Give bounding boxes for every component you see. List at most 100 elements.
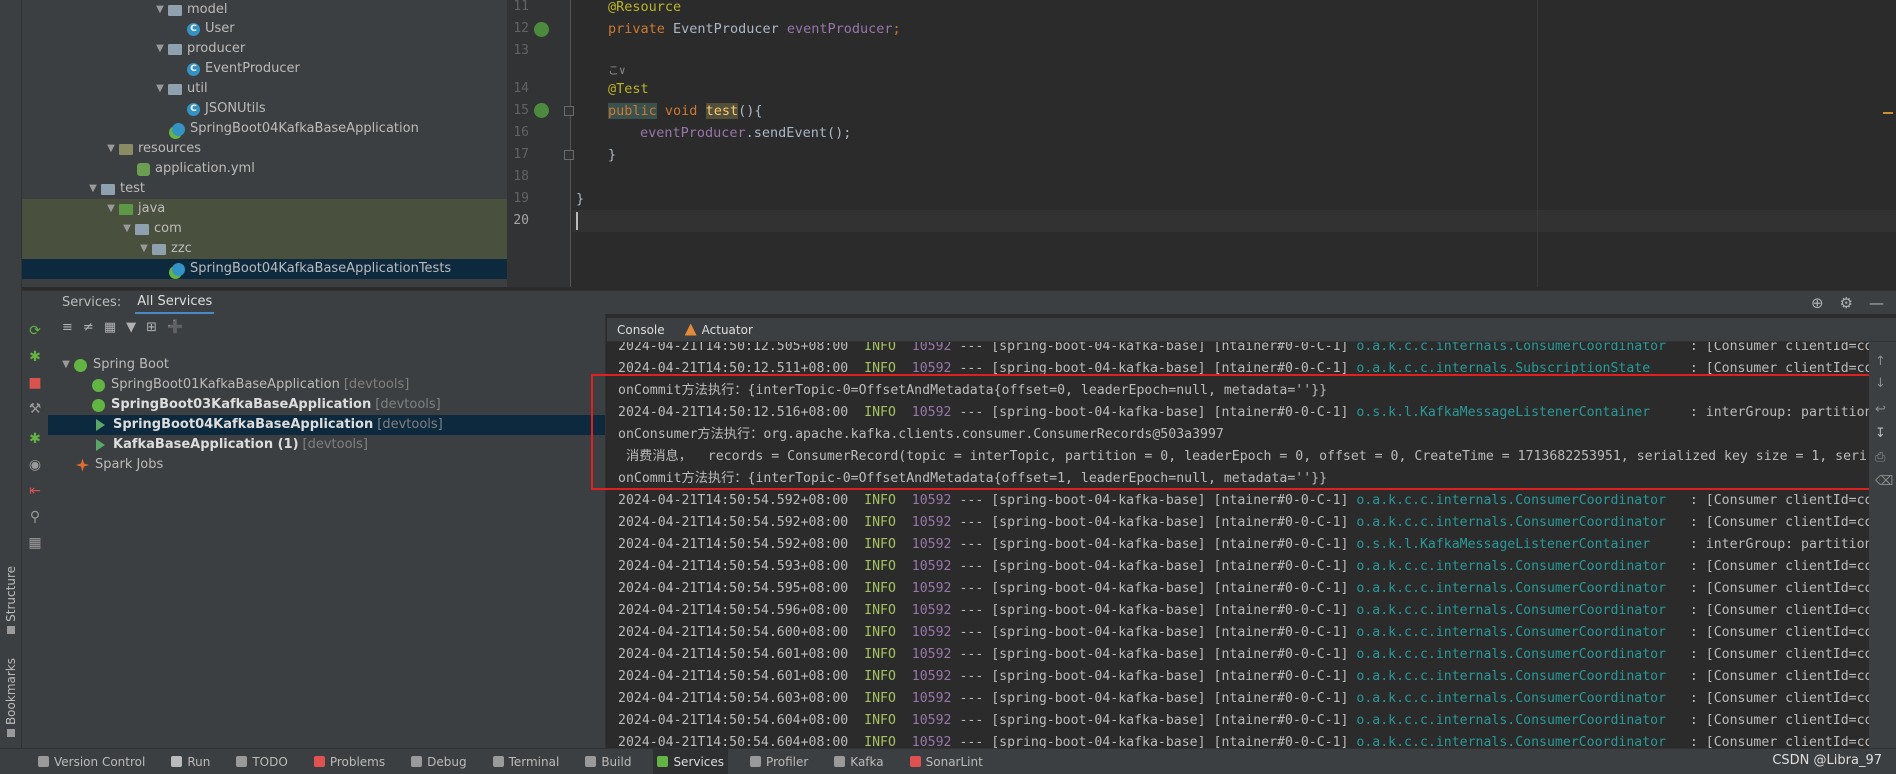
tool-window-build[interactable]: Build xyxy=(581,749,635,774)
watermark: CSDN @Libra_97 xyxy=(1772,753,1882,768)
tool-window-sonarlint[interactable]: SonarLint xyxy=(906,749,987,774)
log-level: INFO xyxy=(864,515,896,530)
chevron-down-icon[interactable]: ▼ xyxy=(58,355,74,375)
trash-icon[interactable]: ⌫ xyxy=(1875,474,1893,489)
exit-icon[interactable]: ⇤ xyxy=(28,484,42,498)
fold-icon[interactable] xyxy=(564,150,574,160)
log-timestamp: 2024-04-21T14:50:54.595+08:00 xyxy=(618,581,849,596)
log-thread: --- [spring-boot-04-kafka-base] [ntainer… xyxy=(951,691,1357,706)
rerun-icon[interactable]: ⟳ xyxy=(28,324,42,338)
tree-item-zzc[interactable]: ▼ zzc xyxy=(22,239,507,259)
tree-item-resources[interactable]: ▼ resources xyxy=(103,139,201,159)
tab-all-services[interactable]: All Services xyxy=(135,291,215,314)
gear-icon[interactable]: ⚙ xyxy=(1840,294,1853,312)
tree-item-java[interactable]: ▼ java xyxy=(22,199,507,219)
fold-icon[interactable] xyxy=(564,106,574,116)
tree-item-application-class[interactable]: SpringBoot04KafkaBaseApplication xyxy=(172,119,419,139)
scroll-to-end-icon[interactable]: ↧ xyxy=(1875,426,1886,441)
line-number-current: 20 xyxy=(513,213,529,228)
expand-all-icon[interactable]: ≡ xyxy=(62,320,73,335)
console-side-toolbar: ↑ ↓ ↩ ↧ ⎙ ⌫ xyxy=(1869,342,1896,748)
tab-actuator[interactable]: Actuator xyxy=(675,318,763,342)
chevron-down-icon[interactable]: ▼ xyxy=(119,219,135,239)
scroll-down-icon[interactable]: ↓ xyxy=(1875,376,1886,391)
console-line: 2024-04-21T14:50:54.593+08:00 INFO 10592… xyxy=(618,556,1869,578)
console-output[interactable]: 2024-04-21T14:50:12.505+08:00 INFO 10592… xyxy=(607,342,1869,748)
services-tree-toolbar: ≡ ≠ ▦ ▼ ⊞ ➕ xyxy=(62,320,183,335)
debug-bug-icon[interactable]: ✱ xyxy=(28,432,42,446)
collapse-all-icon[interactable]: ≠ xyxy=(83,320,94,335)
chevron-down-icon[interactable]: ▼ xyxy=(152,39,168,59)
settings-pin-icon[interactable]: ⚲ xyxy=(28,510,42,524)
tool-window-kafka[interactable]: Kafka xyxy=(830,749,887,774)
structure-tab[interactable]: Structure xyxy=(2,566,20,634)
service-item-boot01[interactable]: SpringBoot01KafkaBaseApplication [devtoo… xyxy=(92,375,409,395)
tool-window-profiler[interactable]: Profiler xyxy=(746,749,812,774)
log-thread: --- [spring-boot-04-kafka-base] [ntainer… xyxy=(951,581,1357,596)
tool-window-terminal[interactable]: Terminal xyxy=(489,749,564,774)
tab-console[interactable]: Console xyxy=(607,318,675,342)
tool-window-debug[interactable]: Debug xyxy=(407,749,470,774)
tree-item-model[interactable]: ▼ model xyxy=(152,0,227,20)
tool-window-services[interactable]: Services xyxy=(653,748,729,774)
service-item-boot04[interactable]: SpringBoot04KafkaBaseApplication [devtoo… xyxy=(48,415,605,435)
chevron-down-icon[interactable]: ▼ xyxy=(103,139,119,159)
console-line: onConsumer方法执行：org.apache.kafka.clients.… xyxy=(618,427,1224,442)
stop-icon[interactable]: ■ xyxy=(28,376,42,390)
debug-icon[interactable]: ✱ xyxy=(28,350,42,364)
bean-navigation-icon[interactable] xyxy=(534,22,549,37)
tree-item-com[interactable]: ▼ com xyxy=(22,219,507,239)
filter-icon[interactable]: ▼ xyxy=(126,320,136,335)
devtools-tag: [devtools] xyxy=(377,417,443,432)
tool-window-problems[interactable]: Problems xyxy=(310,749,389,774)
add-service-icon[interactable]: ➕ xyxy=(167,320,183,335)
service-item-kafkabase[interactable]: KafkaBaseApplication (1) [devtools] xyxy=(94,435,368,455)
scroll-up-icon[interactable]: ↑ xyxy=(1875,354,1886,369)
folder-icon xyxy=(101,183,115,195)
log-message: : [Consumer clientId=con xyxy=(1681,669,1869,684)
tool-window-run[interactable]: Run xyxy=(167,749,214,774)
new-tab-icon[interactable]: ⊞ xyxy=(146,320,157,335)
service-group-spring-boot[interactable]: ▼ Spring Boot xyxy=(58,355,169,375)
log-level: INFO xyxy=(864,405,896,420)
chevron-down-icon[interactable]: ▼ xyxy=(136,239,152,259)
chevron-down-icon[interactable]: ▼ xyxy=(152,0,168,20)
brace: } xyxy=(576,191,585,207)
soft-wrap-icon[interactable]: ↩ xyxy=(1875,402,1886,417)
tree-item-tests-class[interactable]: SpringBoot04KafkaBaseApplicationTests xyxy=(22,259,507,279)
tool-window-version-control[interactable]: Version Control xyxy=(34,749,149,774)
chevron-down-icon[interactable]: ▼ xyxy=(85,179,101,199)
spark-icon xyxy=(76,458,89,472)
run-icon xyxy=(171,756,183,767)
tree-item-eventproducer[interactable]: C EventProducer xyxy=(187,59,300,79)
profiler-icon xyxy=(750,756,762,767)
tree-item-application-yml[interactable]: application.yml xyxy=(137,159,255,179)
tree-item-test[interactable]: ▼ test xyxy=(85,179,145,199)
minimize-icon[interactable]: — xyxy=(1869,294,1884,312)
service-group-spark-jobs[interactable]: Spark Jobs xyxy=(76,455,163,475)
log-level: INFO xyxy=(864,581,896,596)
chevron-down-icon[interactable]: ▼ xyxy=(152,79,168,99)
wrench-icon[interactable]: ⚒ xyxy=(28,402,42,416)
tool-window-todo[interactable]: TODO xyxy=(232,749,291,774)
run-test-icon[interactable] xyxy=(534,103,549,118)
console-line: onCommit方法执行：{interTopic-0=OffsetAndMeta… xyxy=(618,383,1328,398)
target-icon[interactable]: ⊕ xyxy=(1811,294,1824,312)
group-icon[interactable]: ▦ xyxy=(104,320,116,335)
console-line: 消费消息， records = ConsumerRecord(topic = i… xyxy=(618,449,1867,464)
tree-item-util[interactable]: ▼ util xyxy=(152,79,207,99)
tree-item-jsonutils[interactable]: C JSONUtils xyxy=(187,99,266,119)
camera-icon[interactable]: ◉ xyxy=(28,458,42,472)
tree-item-producer[interactable]: ▼ producer xyxy=(152,39,245,59)
tree-item-user[interactable]: C User xyxy=(187,19,235,39)
print-icon[interactable]: ⎙ xyxy=(1875,450,1885,465)
scroll-marker[interactable] xyxy=(1883,112,1893,114)
code-editor[interactable]: 11 12 13 14 15 16 17 18 19 20 @Resource … xyxy=(507,0,1896,287)
log-pid: 10592 xyxy=(911,603,952,618)
layout-icon[interactable]: ▦ xyxy=(28,536,42,550)
log-message: : [Consumer clientId=con xyxy=(1681,581,1869,596)
devtools-tag: [devtools] xyxy=(375,397,441,412)
service-item-boot03[interactable]: SpringBoot03KafkaBaseApplication [devtoo… xyxy=(92,395,441,415)
bookmarks-tab[interactable]: Bookmarks xyxy=(2,658,20,738)
chevron-down-icon[interactable]: ▼ xyxy=(103,199,119,219)
